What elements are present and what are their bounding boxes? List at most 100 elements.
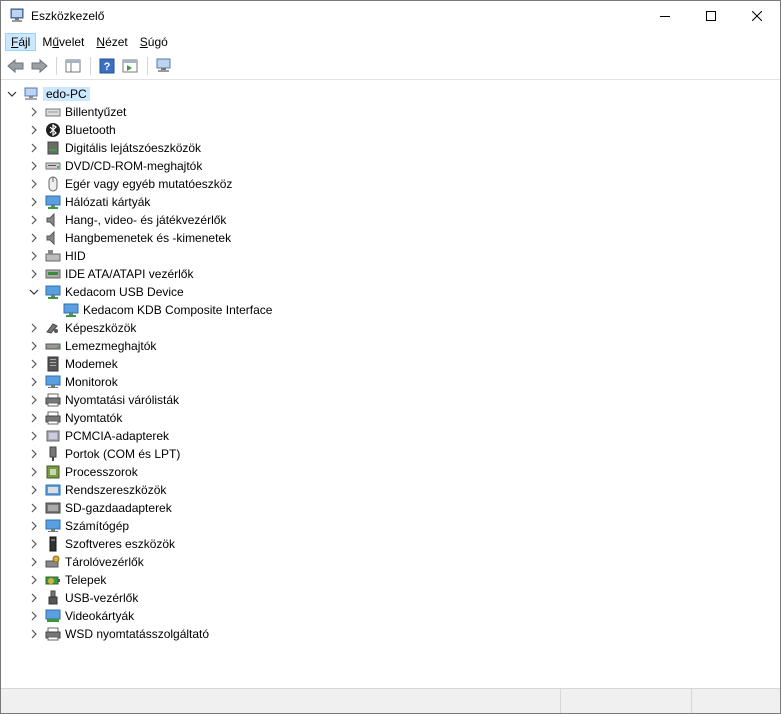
chevron-right-icon[interactable] [27, 499, 41, 517]
chevron-right-icon[interactable] [27, 607, 41, 625]
tree-category[interactable]: USB-vezérlők [27, 589, 138, 607]
tree-category[interactable]: Hang-, video- és játékvezérlők [27, 211, 226, 229]
chevron-right-icon[interactable] [27, 373, 41, 391]
tree-category[interactable]: Modemek [27, 355, 118, 373]
tree-category[interactable]: Rendszereszközök [27, 481, 166, 499]
minimize-button[interactable] [642, 1, 688, 31]
chevron-right-icon[interactable] [27, 481, 41, 499]
menu-action[interactable]: Művelet [36, 33, 90, 51]
tree-category-label: Számítógép [65, 519, 130, 533]
device-manager-window: Eszközkezelő Fájl Művelet Nézet Súgó ? e… [0, 0, 781, 714]
tree-category[interactable]: Számítógép [27, 517, 129, 535]
back-button[interactable] [5, 55, 27, 77]
tree-root[interactable]: edo-PC [5, 85, 90, 103]
tree-category-label: Telepek [65, 573, 107, 587]
tree-category[interactable]: WSD nyomtatásszolgáltató [27, 625, 209, 643]
tree-category[interactable]: SD-gazdaadapterek [27, 499, 172, 517]
tree-category[interactable]: Hálózati kártyák [27, 193, 150, 211]
forward-arrow-icon [31, 58, 48, 74]
chevron-right-icon[interactable] [27, 247, 41, 265]
tree-category[interactable]: IDE ATA/ATAPI vezérlők [27, 265, 193, 283]
forward-button[interactable] [28, 55, 50, 77]
disk-drive-icon [45, 338, 61, 354]
menu-view[interactable]: Nézet [90, 33, 133, 51]
maximize-button[interactable] [688, 1, 734, 31]
speaker-icon [45, 212, 61, 228]
help-icon: ? [99, 58, 115, 74]
chevron-right-icon[interactable] [27, 427, 41, 445]
tree-category[interactable]: Bluetooth [27, 121, 116, 139]
tree-category[interactable]: Egér vagy egyéb mutatóeszköz [27, 175, 232, 193]
chevron-down-icon[interactable] [27, 283, 41, 301]
tree-category[interactable]: Monitorok [27, 373, 118, 391]
tree-category-label: Modemek [65, 357, 118, 371]
chevron-right-icon[interactable] [27, 625, 41, 643]
chevron-right-icon[interactable] [27, 463, 41, 481]
toolbar-separator [56, 57, 57, 75]
tree-category[interactable]: Hangbemenetek és -kimenetek [27, 229, 231, 247]
tree-category-label: USB-vezérlők [65, 591, 139, 605]
menu-file[interactable]: Fájl [5, 33, 37, 51]
chevron-right-icon[interactable] [27, 355, 41, 373]
chevron-right-icon[interactable] [27, 193, 41, 211]
tree-category[interactable]: DVD/CD-ROM-meghajtók [27, 157, 202, 175]
tree-category[interactable]: Nyomtatók [27, 409, 122, 427]
close-button[interactable] [734, 1, 780, 31]
tree-category[interactable]: Tárolóvezérlők [27, 553, 144, 571]
chevron-right-icon[interactable] [27, 517, 41, 535]
action-pane-button[interactable] [119, 55, 141, 77]
status-pane-tertiary [692, 689, 780, 713]
tree-category-label: Monitorok [65, 375, 118, 389]
chevron-right-icon[interactable] [27, 211, 41, 229]
tree-category[interactable]: Képeszközök [27, 319, 136, 337]
tree-category-label: Hang-, video- és játékvezérlők [65, 213, 227, 227]
chevron-right-icon[interactable] [27, 553, 41, 571]
chevron-right-icon[interactable] [27, 139, 41, 157]
tree-category[interactable]: Kedacom USB Device [27, 283, 184, 301]
usb-device-icon [63, 302, 79, 318]
device-tree[interactable]: edo-PC Billentyűzet Bluetooth Digitális le… [1, 83, 780, 686]
tree-device[interactable]: Kedacom KDB Composite Interface [63, 301, 272, 319]
chevron-right-icon[interactable] [27, 175, 41, 193]
tree-category[interactable]: Nyomtatási várólisták [27, 391, 179, 409]
chevron-right-icon[interactable] [27, 157, 41, 175]
chevron-right-icon[interactable] [27, 535, 41, 553]
tree-category[interactable]: Szoftveres eszközök [27, 535, 175, 553]
tree-category[interactable]: Videokártyák [27, 607, 134, 625]
tree-category[interactable]: Lemezmeghajtók [27, 337, 156, 355]
tree-category[interactable]: HID [27, 247, 86, 265]
chevron-right-icon[interactable] [27, 121, 41, 139]
chevron-right-icon[interactable] [27, 229, 41, 247]
chevron-right-icon[interactable] [27, 445, 41, 463]
chevron-right-icon[interactable] [27, 265, 41, 283]
chevron-right-icon[interactable] [27, 103, 41, 121]
tree-category[interactable]: Processzorok [27, 463, 138, 481]
tree-category[interactable]: Billentyűzet [27, 103, 126, 121]
computer-icon [45, 518, 61, 534]
chevron-right-icon[interactable] [27, 391, 41, 409]
chevron-right-icon[interactable] [27, 571, 41, 589]
tree-category[interactable]: Telepek [27, 571, 106, 589]
title-bar[interactable]: Eszközkezelő [1, 1, 780, 31]
dvd-drive-icon [45, 158, 61, 174]
menu-help[interactable]: Súgó [134, 33, 174, 51]
chevron-right-icon[interactable] [27, 319, 41, 337]
tree-category[interactable]: Digitális lejátszóeszközök [27, 139, 201, 157]
hid-icon [45, 248, 61, 264]
tree-root-label: edo-PC [43, 87, 90, 101]
software-device-icon [45, 536, 61, 552]
menu-bar: Fájl Művelet Nézet Súgó [1, 31, 780, 53]
show-hide-console-tree-button[interactable] [62, 55, 84, 77]
chevron-right-icon[interactable] [27, 409, 41, 427]
scan-hardware-button[interactable] [153, 55, 175, 77]
chevron-right-icon[interactable] [27, 337, 41, 355]
chevron-right-icon[interactable] [27, 589, 41, 607]
help-button[interactable]: ? [96, 55, 118, 77]
processor-icon [45, 464, 61, 480]
minimize-icon [660, 16, 670, 17]
tree-category-label: Digitális lejátszóeszközök [65, 141, 202, 155]
chevron-down-icon[interactable] [5, 85, 19, 103]
tree-category[interactable]: PCMCIA-adapterek [27, 427, 169, 445]
tree-category-label: Hangbemenetek és -kimenetek [65, 231, 232, 245]
tree-category[interactable]: Portok (COM és LPT) [27, 445, 180, 463]
